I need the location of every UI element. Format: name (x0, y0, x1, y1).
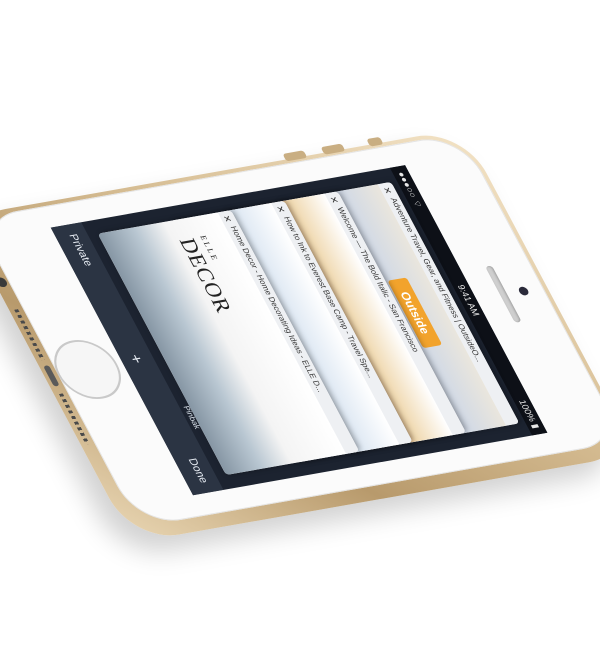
front-camera-icon (517, 286, 531, 297)
new-tab-button[interactable]: + (124, 353, 146, 365)
earpiece-speaker (485, 265, 522, 323)
battery-indicator: 100% ▮ (516, 399, 542, 430)
iphone: ●●●○○ ⌔ 9:41 AM 100% ▮ ✕ Adventure Trave… (0, 128, 600, 543)
done-button[interactable]: Done (185, 457, 210, 484)
screen: ●●●○○ ⌔ 9:41 AM 100% ▮ ✕ Adventure Trave… (50, 165, 548, 496)
product-photo: ●●●○○ ⌔ 9:41 AM 100% ▮ ✕ Adventure Trave… (0, 0, 600, 656)
elle-decor-logo: ELLE DECOR (173, 235, 246, 315)
private-button[interactable]: Private (66, 233, 94, 267)
